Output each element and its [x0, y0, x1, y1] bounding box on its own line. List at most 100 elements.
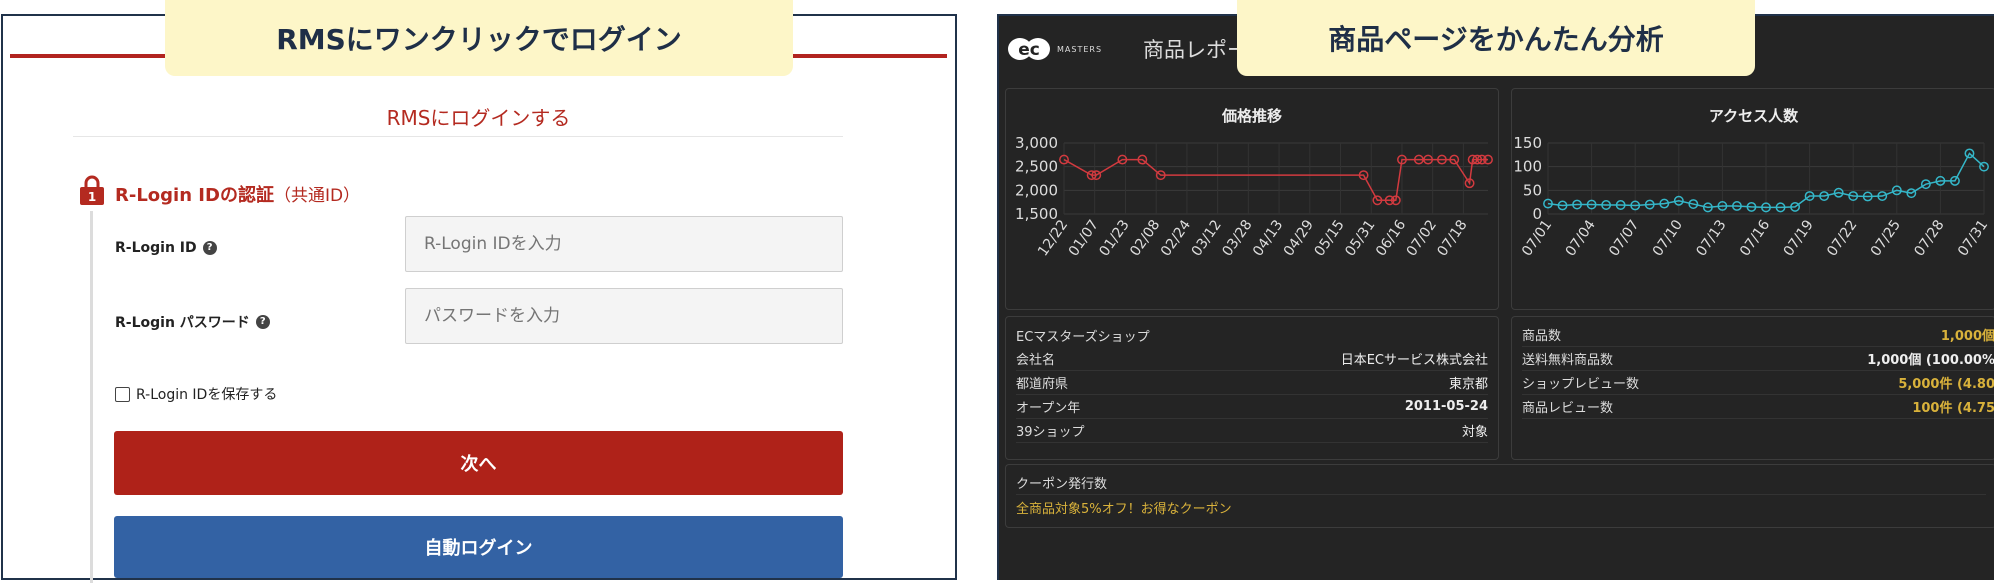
- shop-info-row: 都道府県 東京都: [1016, 371, 1488, 395]
- shop-info-label: 会社名: [1016, 353, 1056, 368]
- stats-value: 1,000個: [1940, 329, 1994, 344]
- coupon-card: クーポン発行数 全商品対象5%オフ！お得なクーポン: [1005, 464, 1994, 528]
- coupon-text-row: 全商品対象5%オフ！お得なクーポン: [1016, 495, 1986, 519]
- shop-name: ECマスターズショップ: [1016, 329, 1150, 345]
- login-panel: RMSにログインする 1 R-Login IDの認証（共通ID） R-Login…: [1, 14, 957, 583]
- x-tick-label: 07/07: [1606, 217, 1642, 259]
- y-tick-label: 2,500: [1015, 158, 1058, 176]
- shop-info-value: 2011-05-24: [1404, 399, 1488, 414]
- shop-info-label: オープン年: [1016, 401, 1081, 416]
- stats-value: 5,000件 (4.80: [1898, 377, 1994, 392]
- rms-login-link[interactable]: RMSにログインする: [3, 102, 954, 131]
- section-divider: [73, 136, 843, 137]
- help-icon[interactable]: ?: [202, 241, 217, 255]
- y-tick-label: 3,000: [1015, 134, 1058, 152]
- lock-step-number: 1: [88, 190, 96, 204]
- price-chart: 1,500 2,000 2,500 3,000 12/2201/0701/2302/08…: [1015, 134, 1493, 259]
- rlogin-id-label-text: R-Login ID: [115, 240, 197, 256]
- shop-info-header: ECマスターズショップ: [1016, 323, 1488, 347]
- stats-row: 商品数 1,000個: [1522, 323, 1994, 347]
- shop-info-card: ECマスターズショップ 会社名 日本ECサービス株式会社 都道府県 東京都 オー…: [1005, 316, 1499, 460]
- y-tick-label: 150: [1513, 134, 1542, 152]
- lock-icon: 1: [80, 175, 104, 205]
- x-tick-label: 05/15: [1312, 217, 1348, 259]
- x-tick-label: 03/12: [1189, 217, 1225, 259]
- coupon-label-row: クーポン発行数: [1016, 471, 1986, 495]
- y-tick-label: 100: [1513, 158, 1542, 176]
- stats-label: 商品レビュー数: [1522, 401, 1614, 416]
- shop-stats-card: 商品数 1,000個 送料無料商品数 1,000個 (100.00% ショップレ…: [1511, 316, 1994, 460]
- rlogin-password-input[interactable]: [405, 288, 843, 344]
- step-line: [90, 211, 93, 583]
- report-title: 商品レポー: [1143, 38, 1248, 62]
- y-tick-label: 1,500: [1015, 205, 1058, 223]
- auto-login-button[interactable]: 自動ログイン: [114, 516, 843, 578]
- x-tick-label: 07/01: [1519, 217, 1555, 259]
- save-id-label: R-Login IDを保存する: [136, 387, 278, 403]
- access-chart-card: アクセス人数 0 50 100 150 07/01 07/04 07/07 07/10 07/1…: [1511, 88, 1994, 310]
- x-tick-label: 07/16: [1737, 217, 1773, 259]
- shop-info-label: 都道府県: [1016, 377, 1069, 392]
- x-tick-label: 07/02: [1404, 217, 1440, 259]
- stats-value: 100件 (4.75: [1912, 401, 1994, 416]
- auth-title-sub: （共通ID）: [273, 186, 361, 206]
- y-tick-label: 50: [1523, 181, 1542, 199]
- shop-info-value: 日本ECサービス株式会社: [1340, 353, 1488, 368]
- shop-info-row: オープン年 2011-05-24: [1016, 395, 1488, 419]
- rlogin-password-label: R-Login パスワード ?: [115, 312, 270, 332]
- stats-row: 送料無料商品数 1,000個 (100.00%: [1522, 347, 1994, 371]
- x-tick-label: 01/07: [1066, 217, 1102, 259]
- x-tick-label: 05/31: [1342, 217, 1378, 259]
- x-tick-label: 07/13: [1693, 217, 1729, 259]
- auth-section-title: R-Login IDの認証（共通ID）: [115, 181, 360, 207]
- x-tick-label: 07/10: [1650, 217, 1686, 259]
- rlogin-id-label: R-Login ID ?: [115, 240, 217, 256]
- report-panel: ec MASTERS 商品レポー 価格推移 1,500 2,000 2,500 3,0…: [997, 14, 1994, 580]
- coupon-label: クーポン発行数: [1016, 477, 1108, 492]
- price-chart-card: 価格推移 1,500 2,000 2,500 3,000 12/22 01/07 01/23…: [1005, 88, 1499, 310]
- callout-right: 商品ページをかんたん分析: [1237, 0, 1755, 76]
- shop-info-label: 39ショップ: [1016, 425, 1085, 440]
- help-icon[interactable]: ?: [255, 315, 270, 329]
- ec-logo-sub: MASTERS: [1057, 44, 1103, 54]
- ec-logo-text: ec: [1018, 40, 1040, 60]
- x-tick-label: 07/19: [1781, 217, 1817, 259]
- access-chart: 05010015007/01 07/04 07/07 07/10 07/13 07/16 0…: [1513, 134, 1991, 259]
- series-line: [1063, 158, 1488, 202]
- x-tick-label: 07/18: [1434, 217, 1470, 259]
- shop-info-row: 39ショップ 対象: [1016, 419, 1488, 443]
- stats-label: ショップレビュー数: [1522, 377, 1640, 392]
- x-tick-label: 07/28: [1911, 217, 1947, 259]
- x-tick-label: 02/24: [1158, 217, 1194, 259]
- shop-info-value: 東京都: [1448, 377, 1488, 392]
- save-id-checkbox[interactable]: [115, 386, 130, 402]
- stats-value: 1,000個 (100.00%: [1867, 353, 1994, 368]
- next-button[interactable]: 次へ: [114, 431, 843, 495]
- x-tick-label: 03/28: [1219, 217, 1255, 259]
- x-tick-label: 07/25: [1868, 217, 1904, 259]
- x-tick-label: 07/22: [1824, 217, 1860, 259]
- auth-title-text: R-Login IDの認証: [115, 185, 274, 206]
- rlogin-password-label-text: R-Login パスワード: [115, 315, 250, 331]
- x-tick-label: 01/23: [1096, 217, 1132, 259]
- shop-info-row: 会社名 日本ECサービス株式会社: [1016, 347, 1488, 371]
- x-tick-label: 04/29: [1281, 217, 1317, 259]
- stats-label: 送料無料商品数: [1522, 353, 1614, 368]
- x-tick-label: 07/04: [1563, 217, 1599, 259]
- callout-left: RMSにワンクリックでログイン: [165, 0, 793, 76]
- stats-row: 商品レビュー数 100件 (4.75: [1522, 395, 1994, 419]
- stats-label: 商品数: [1522, 329, 1562, 344]
- y-tick-label: 2,000: [1015, 181, 1058, 199]
- x-tick-label: 07/31: [1955, 217, 1991, 259]
- stats-row: ショップレビュー数 5,000件 (4.80: [1522, 371, 1994, 395]
- x-tick-label: 04/13: [1250, 217, 1286, 259]
- ec-masters-logo: ec MASTERS: [1007, 36, 1102, 62]
- coupon-text[interactable]: 全商品対象5%オフ！お得なクーポン: [1016, 498, 1232, 517]
- rlogin-id-input[interactable]: [405, 216, 843, 272]
- x-tick-label: 12/22: [1035, 217, 1071, 259]
- x-tick-label: 06/16: [1373, 217, 1409, 259]
- ec-logo-icon: ec: [1008, 38, 1050, 60]
- x-tick-label: 02/08: [1127, 217, 1163, 259]
- shop-info-value: 対象: [1461, 425, 1488, 440]
- save-id-checkbox-row[interactable]: R-Login IDを保存する: [115, 384, 277, 404]
